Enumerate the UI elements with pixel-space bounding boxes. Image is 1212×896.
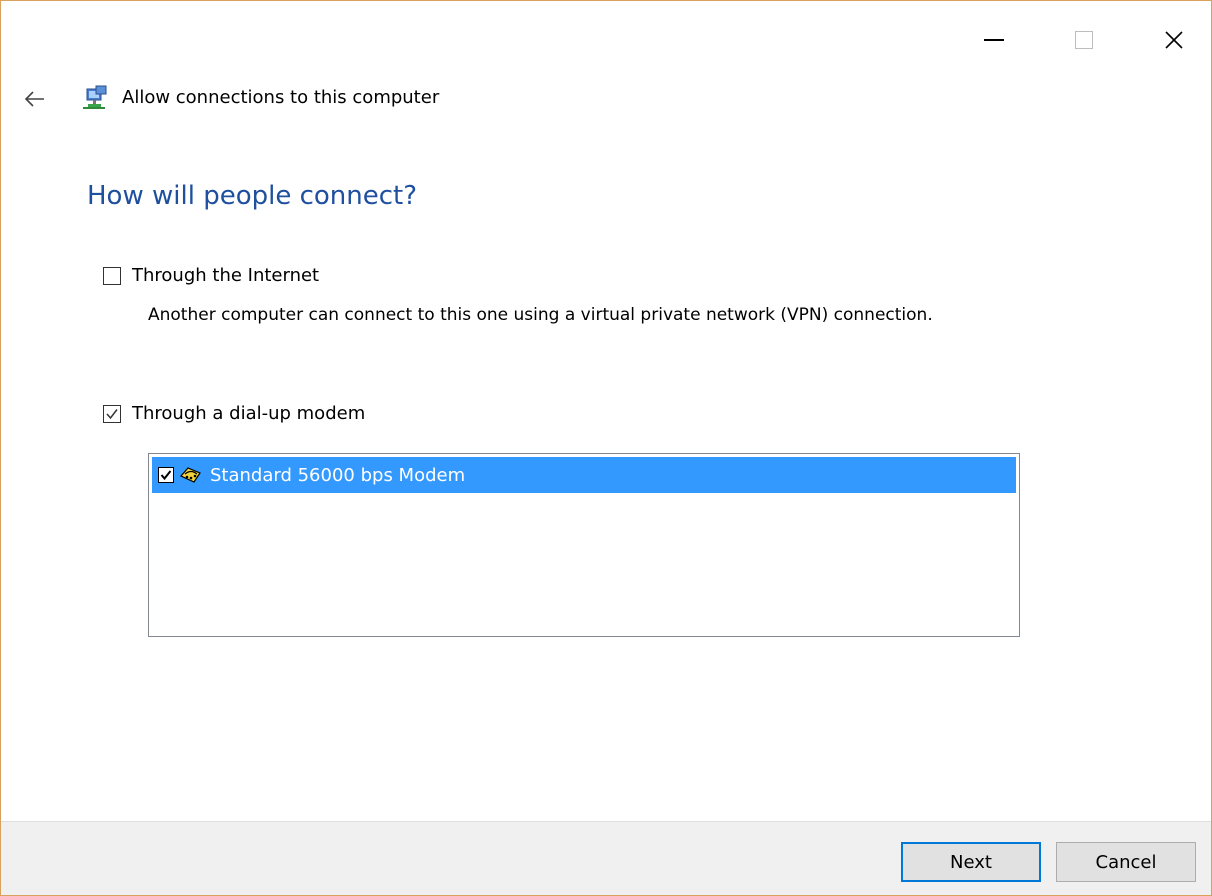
close-icon	[1165, 31, 1183, 49]
minimize-icon	[984, 39, 1004, 41]
window-title: Allow connections to this computer	[122, 87, 440, 108]
next-button[interactable]: Next	[901, 842, 1041, 882]
maximize-button[interactable]	[1039, 1, 1129, 79]
back-arrow-icon	[24, 91, 44, 107]
minimize-button[interactable]	[949, 1, 1039, 79]
close-button[interactable]	[1129, 1, 1211, 79]
modem-icon	[180, 467, 201, 483]
device-checkbox[interactable]	[158, 467, 174, 483]
network-connections-icon	[83, 85, 107, 109]
back-button[interactable]	[21, 85, 49, 113]
checkmark-icon	[160, 470, 172, 481]
device-label: Standard 56000 bps Modem	[210, 464, 466, 486]
internet-option-label: Through the Internet	[132, 265, 320, 286]
cancel-button[interactable]: Cancel	[1056, 842, 1196, 882]
page-heading: How will people connect?	[87, 181, 418, 211]
list-item[interactable]: Standard 56000 bps Modem	[152, 457, 1016, 493]
internet-checkbox[interactable]	[103, 266, 121, 285]
wizard-window: Allow connections to this computer How w…	[0, 0, 1212, 896]
dialup-option[interactable]: Through a dial-up modem	[103, 403, 365, 424]
dialup-option-label: Through a dial-up modem	[132, 403, 366, 424]
dialup-checkbox[interactable]	[103, 404, 121, 423]
maximize-icon	[1075, 31, 1093, 49]
internet-option[interactable]: Through the Internet	[103, 265, 319, 286]
device-list[interactable]: Standard 56000 bps Modem	[148, 453, 1020, 637]
internet-option-description: Another computer can connect to this one…	[148, 305, 933, 325]
footer-bar: Next Cancel	[1, 821, 1211, 895]
checkmark-icon	[106, 408, 118, 419]
